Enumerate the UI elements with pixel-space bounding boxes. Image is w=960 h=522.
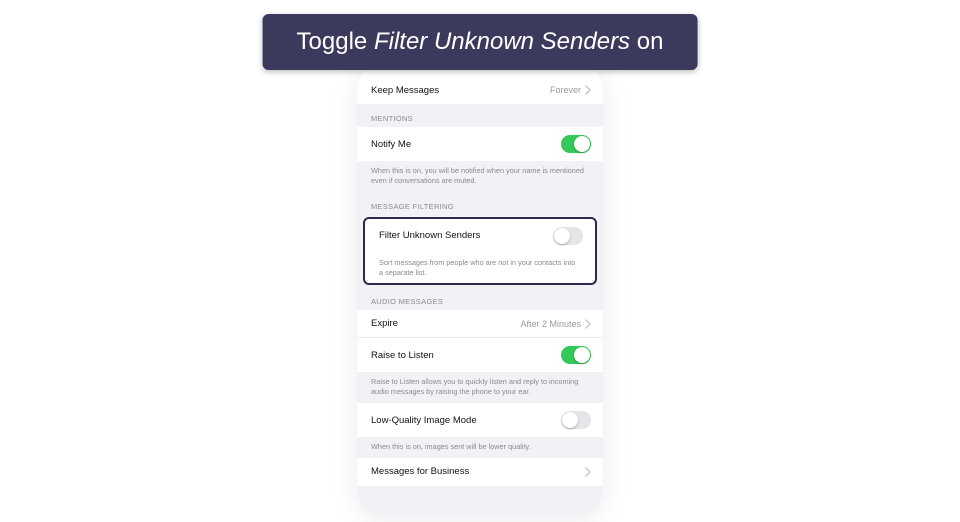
mentions-group: Notify Me bbox=[357, 127, 603, 161]
raise-to-listen-label: Raise to Listen bbox=[371, 350, 434, 361]
instruction-suffix: on bbox=[630, 28, 663, 55]
low-quality-footer: When this is on, images sent will be low… bbox=[357, 437, 603, 458]
mentions-footer: When this is on, you will be notified wh… bbox=[357, 161, 603, 192]
business-group: Messages for Business bbox=[357, 458, 603, 486]
chevron-right-icon bbox=[585, 467, 591, 477]
filter-unknown-senders-toggle[interactable] bbox=[553, 227, 583, 245]
raise-to-listen-row[interactable]: Raise to Listen bbox=[357, 338, 603, 372]
mentions-header: MENTIONS bbox=[357, 104, 603, 127]
keep-messages-label: Keep Messages bbox=[371, 85, 439, 96]
audio-footer: Raise to Listen allows you to quickly li… bbox=[357, 372, 603, 403]
instruction-banner: Toggle Filter Unknown Senders on bbox=[263, 14, 698, 70]
filtering-footer: Sort messages from people who are not in… bbox=[365, 253, 595, 284]
history-group: Keep Messages Forever bbox=[357, 76, 603, 104]
messages-for-business-row[interactable]: Messages for Business bbox=[357, 458, 603, 486]
low-quality-group: Low-Quality Image Mode bbox=[357, 403, 603, 437]
audio-messages-header: AUDIO MESSAGES bbox=[357, 287, 603, 310]
expire-value: After 2 Minutes bbox=[520, 319, 581, 329]
expire-label: Expire bbox=[371, 318, 398, 329]
keep-messages-value: Forever bbox=[550, 85, 581, 95]
filter-unknown-senders-highlight: Filter Unknown Senders Sort messages fro… bbox=[363, 217, 597, 286]
filter-unknown-senders-label: Filter Unknown Senders bbox=[379, 230, 480, 241]
instruction-prefix: Toggle bbox=[297, 28, 374, 55]
chevron-right-icon bbox=[585, 85, 591, 95]
notify-me-toggle[interactable] bbox=[561, 135, 591, 153]
phone-frame: Keep Messages Forever MENTIONS Notify Me… bbox=[357, 62, 603, 517]
keep-messages-row[interactable]: Keep Messages Forever bbox=[357, 76, 603, 104]
notify-me-label: Notify Me bbox=[371, 139, 411, 150]
low-quality-toggle[interactable] bbox=[561, 411, 591, 429]
filter-unknown-senders-row[interactable]: Filter Unknown Senders bbox=[365, 219, 595, 253]
chevron-right-icon bbox=[585, 319, 591, 329]
message-filtering-header: MESSAGE FILTERING bbox=[357, 192, 603, 215]
low-quality-row[interactable]: Low-Quality Image Mode bbox=[357, 403, 603, 437]
notify-me-row[interactable]: Notify Me bbox=[357, 127, 603, 161]
expire-row[interactable]: Expire After 2 Minutes bbox=[357, 310, 603, 338]
low-quality-label: Low-Quality Image Mode bbox=[371, 415, 477, 426]
raise-to-listen-toggle[interactable] bbox=[561, 346, 591, 364]
audio-group: Expire After 2 Minutes Raise to Listen bbox=[357, 310, 603, 372]
instruction-emph: Filter Unknown Senders bbox=[374, 28, 630, 55]
messages-for-business-label: Messages for Business bbox=[371, 466, 469, 477]
settings-screen: Keep Messages Forever MENTIONS Notify Me… bbox=[357, 62, 603, 517]
